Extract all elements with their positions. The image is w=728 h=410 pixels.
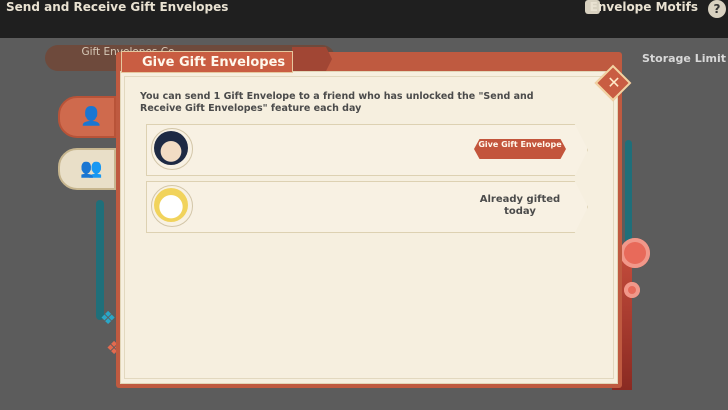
single-person-icon: 👤 <box>80 106 103 127</box>
already-gifted-status: Already gifted today <box>479 194 561 217</box>
envelope-motifs-button[interactable]: Envelope Motifs <box>590 0 698 14</box>
butterfly-decoration: ❖ <box>100 308 117 329</box>
storage-limit-label: Storage Limit <box>641 52 726 65</box>
give-gift-envelope-button[interactable]: Give Gift Envelope <box>474 139 566 159</box>
screen-title: Send and Receive Gift Envelopes <box>6 0 229 14</box>
dialog-description: You can send 1 Gift Envelope to a friend… <box>140 91 534 114</box>
header-arrow-decoration <box>292 47 332 71</box>
white-cat-avatar <box>154 188 188 222</box>
close-icon[interactable]: ✕ <box>604 71 624 95</box>
top-bar: Send and Receive Gift Envelopes Envelope… <box>0 0 728 38</box>
tab-friends[interactable]: 👥 <box>58 148 116 190</box>
tab-give-single[interactable]: 👤 <box>58 96 116 138</box>
flower-decoration <box>624 282 640 298</box>
dark-haired-character-avatar <box>154 131 188 165</box>
teal-ribbon-decoration <box>96 200 104 320</box>
friends-icon: 👥 <box>80 158 103 179</box>
dialog-title: Give Gift Envelopes <box>121 51 293 73</box>
flower-decoration <box>620 238 650 268</box>
help-icon[interactable]: ? <box>708 0 726 18</box>
